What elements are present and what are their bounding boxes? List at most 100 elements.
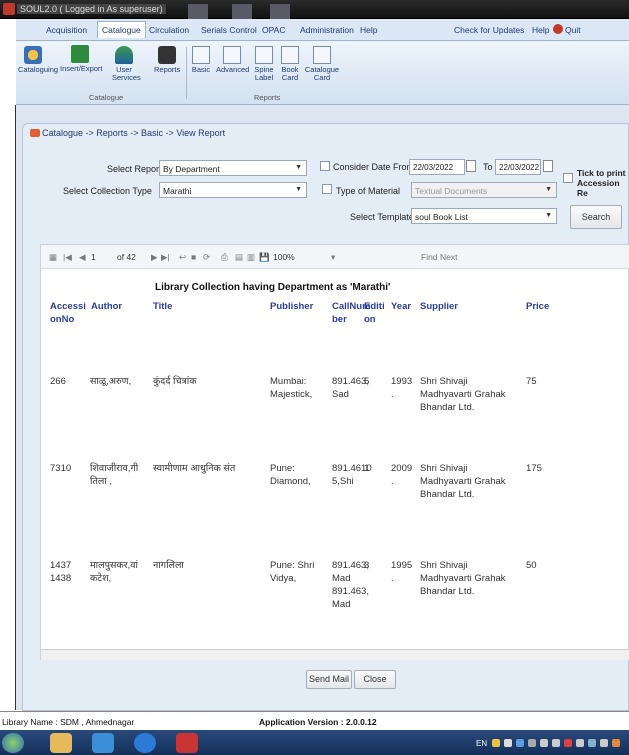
- close-button[interactable]: Close: [354, 670, 396, 689]
- next-page-icon[interactable]: ▶: [151, 252, 158, 263]
- col-header-callnumber: CallNum ber: [332, 301, 371, 325]
- cell-accession: 7310: [50, 463, 72, 474]
- title-bar: SOUL2.0 ( Logged in As superuser): [0, 0, 629, 19]
- tray-icon[interactable]: [576, 739, 584, 747]
- calendar-icon[interactable]: [466, 160, 476, 172]
- reports-button[interactable]: Reports: [154, 46, 180, 74]
- search-button[interactable]: Search: [570, 205, 622, 229]
- last-page-icon[interactable]: ▶|: [161, 252, 170, 263]
- print-icon[interactable]: ⎙: [221, 252, 228, 263]
- breadcrumb-text: Catalogue -> Reports -> Basic -> View Re…: [42, 128, 226, 138]
- quit-icon: [553, 24, 563, 34]
- menu-administration[interactable]: Administration: [300, 25, 354, 35]
- zoom-select[interactable]: 100%: [273, 252, 295, 262]
- file-explorer-icon[interactable]: [50, 733, 72, 753]
- browser-icon[interactable]: [134, 733, 156, 753]
- language-indicator[interactable]: EN: [476, 739, 487, 748]
- cataloguing-label: Cataloguing: [18, 65, 59, 74]
- cell-supplier: Shri Shivaji Madhyavarti Grahak Bhandar …: [420, 560, 506, 597]
- stop-icon[interactable]: ■: [191, 252, 196, 262]
- cataloguing-button[interactable]: Cataloguing: [18, 46, 58, 74]
- tray-icon[interactable]: [492, 739, 500, 747]
- collection-type-dropdown[interactable]: Marathi ▼: [159, 182, 307, 198]
- cell-edition: 3: [364, 560, 370, 571]
- check-updates-button[interactable]: Check for Updates: [454, 25, 524, 35]
- book-card-button[interactable]: Book Card: [278, 46, 302, 82]
- tray-icon[interactable]: [588, 739, 596, 747]
- menu-acquisition[interactable]: Acquisition: [46, 25, 87, 35]
- app-icon: [3, 3, 15, 15]
- calendar-icon[interactable]: [543, 160, 553, 172]
- tray-icon[interactable]: [600, 739, 608, 747]
- window-control-icon[interactable]: [188, 4, 208, 19]
- tray-icon[interactable]: [564, 739, 572, 747]
- tray-icon[interactable]: [540, 739, 548, 747]
- app-icon[interactable]: [92, 733, 114, 753]
- menu-circulation[interactable]: Circulation: [149, 25, 189, 35]
- refresh-icon[interactable]: ⟳: [203, 252, 210, 263]
- prev-page-icon[interactable]: ◀: [79, 252, 86, 263]
- start-icon[interactable]: [2, 733, 24, 753]
- menu-help[interactable]: Help: [360, 25, 377, 35]
- spine-label-button[interactable]: Spine Label: [252, 46, 276, 82]
- col-header-edition: Editi on: [364, 301, 385, 325]
- template-dropdown[interactable]: soul Book List ▼: [411, 208, 557, 224]
- tray-icon[interactable]: [612, 739, 620, 747]
- chevron-down-icon: ▼: [545, 186, 552, 193]
- horizontal-scrollbar[interactable]: [41, 649, 629, 660]
- consider-date-label: Consider Date From: [333, 162, 415, 172]
- send-mail-button[interactable]: Send Mail: [306, 670, 352, 689]
- tray-icon[interactable]: [504, 739, 512, 747]
- breadcrumb-icon: [30, 129, 40, 137]
- select-report-dropdown[interactable]: By Department ▼: [159, 160, 307, 176]
- cell-edition: 5: [364, 376, 370, 387]
- find-button[interactable]: Find: [421, 252, 438, 262]
- print-layout-icon[interactable]: ▤: [235, 252, 243, 263]
- date-from-input[interactable]: 22/03/2022: [409, 159, 465, 175]
- menu-serials-control[interactable]: Serials Control: [201, 25, 257, 35]
- first-page-icon[interactable]: |◀: [63, 252, 72, 263]
- col-header-price: Price: [526, 301, 550, 312]
- menu-opac[interactable]: OPAC: [262, 25, 285, 35]
- date-to-input[interactable]: 22/03/2022: [495, 159, 541, 175]
- cell-author: साळू,अरुण,: [90, 376, 132, 387]
- tray-icon[interactable]: [528, 739, 536, 747]
- tray-icon[interactable]: [552, 739, 560, 747]
- export-icon[interactable]: 💾: [259, 252, 270, 263]
- collection-type-label: Select Collection Type: [63, 186, 152, 196]
- taskbar: EN: [0, 730, 629, 755]
- tray-icon[interactable]: [516, 739, 524, 747]
- chevron-down-icon[interactable]: ▾: [331, 252, 335, 263]
- user-services-button[interactable]: User Services: [112, 46, 141, 82]
- cell-price: 75: [526, 376, 537, 387]
- print-accession-checkbox[interactable]: [563, 173, 573, 183]
- material-type-dropdown[interactable]: Textual Documents ▼: [411, 182, 557, 198]
- user-services-label: User Services: [112, 65, 141, 82]
- insert-export-button[interactable]: Insert/Export: [60, 45, 103, 73]
- collection-type-value: Marathi: [163, 186, 192, 196]
- next-find-button[interactable]: Next: [440, 252, 457, 262]
- left-sidebar: [0, 105, 16, 710]
- window-control-icon[interactable]: [232, 4, 252, 19]
- material-type-checkbox[interactable]: [322, 184, 332, 194]
- cell-callnumber: 891.463, Mad 891.463, Mad: [332, 560, 369, 610]
- cataloguing-icon: [24, 46, 42, 64]
- material-type-value: Textual Documents: [415, 186, 488, 196]
- cell-title: कुंदर्द चित्रांक: [153, 376, 197, 387]
- cell-publisher: Mumbai: Majestick,: [270, 376, 313, 400]
- breadcrumb: Catalogue -> Reports -> Basic -> View Re…: [30, 128, 225, 138]
- page-setup-icon[interactable]: ▥: [247, 252, 255, 263]
- window-control-icon[interactable]: [270, 4, 290, 19]
- quit-button[interactable]: Quit: [565, 25, 581, 35]
- consider-date-checkbox[interactable]: [320, 161, 330, 171]
- soul-taskbar-icon[interactable]: [176, 733, 198, 753]
- catalogue-card-button[interactable]: Catalogue Card: [304, 46, 340, 82]
- basic-report-button[interactable]: Basic: [190, 46, 212, 74]
- menu-catalogue[interactable]: Catalogue: [97, 21, 146, 38]
- advanced-report-button[interactable]: Advanced: [216, 46, 249, 74]
- page-number-input[interactable]: 1: [91, 252, 96, 262]
- help-button[interactable]: Help: [532, 25, 549, 35]
- back-icon[interactable]: ↩: [179, 252, 186, 263]
- material-type-label: Type of Material: [336, 186, 401, 196]
- toggle-sidebar-icon[interactable]: ▦: [49, 252, 57, 263]
